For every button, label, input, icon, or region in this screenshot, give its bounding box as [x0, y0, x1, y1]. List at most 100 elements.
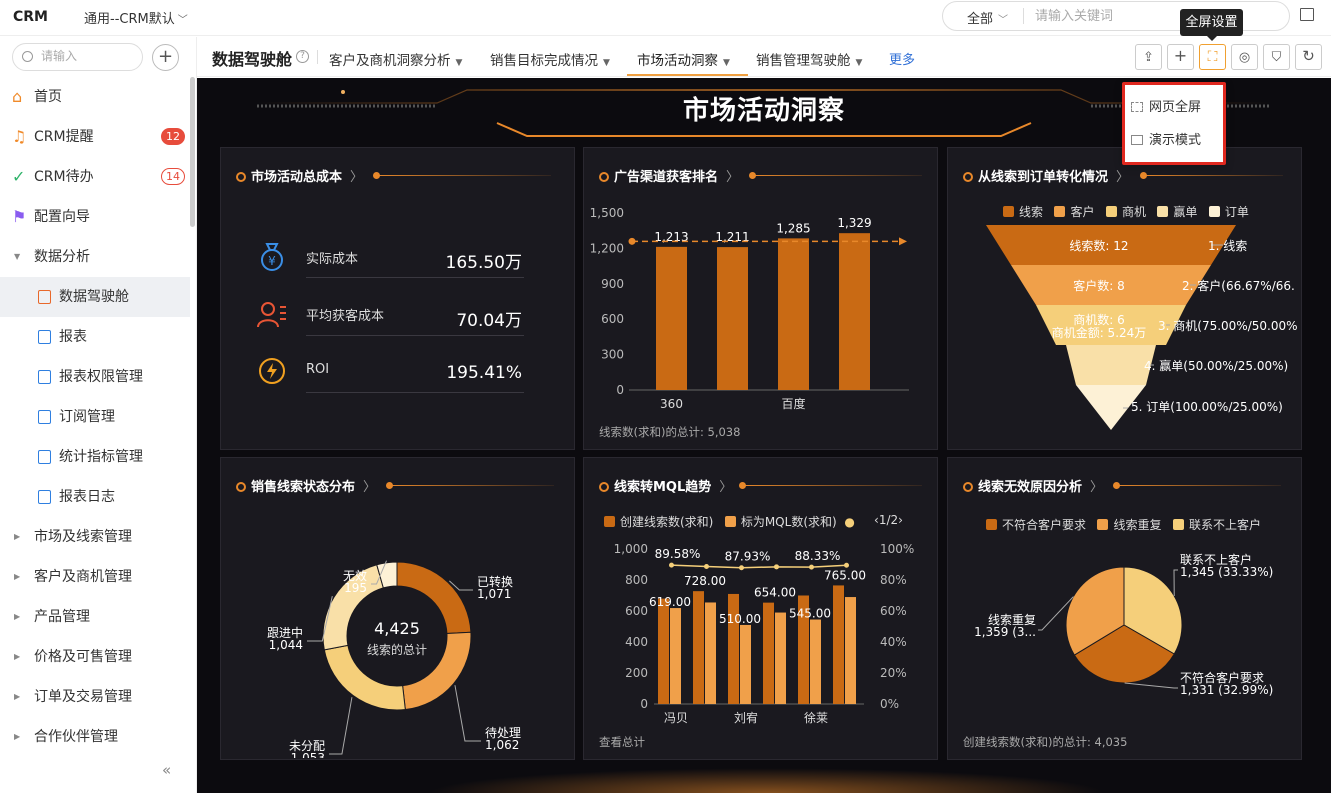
sidebar-item-report[interactable]: 报表: [0, 317, 190, 357]
sidebar-item-customer-opportunity[interactable]: ▶ 客户及商机管理: [0, 557, 190, 597]
add-button[interactable]: +: [152, 44, 179, 71]
legend-item[interactable]: 标为MQL数(求和): [724, 515, 837, 529]
sidebar-item-partner[interactable]: ▶ 合作伙伴管理: [0, 717, 190, 757]
target-icon: [599, 172, 609, 182]
legend-pager[interactable]: ‹1/2›: [874, 513, 903, 527]
ad-channel-bar-chart: 03006009001,2001,5001,2133601,2111,285百度…: [590, 206, 909, 411]
bar-data-label: 654.00: [754, 586, 796, 600]
shield-button[interactable]: ⛉: [1263, 44, 1290, 70]
legend-item[interactable]: 客户: [1054, 205, 1094, 219]
fullscreen-icon: [1131, 102, 1143, 112]
caret-right-icon: ▶: [14, 612, 21, 621]
tab-sales-cockpit[interactable]: 销售管理驾驶舱 ▼: [756, 49, 862, 69]
divider: [317, 50, 318, 64]
sidebar-item-subscription[interactable]: 订阅管理: [0, 397, 190, 437]
divider: [306, 277, 524, 278]
slice-leader-line: [1173, 569, 1178, 597]
bar-created-leads: [693, 591, 704, 704]
help-icon[interactable]: ?: [296, 50, 309, 63]
chevron-down-icon: ﹀: [177, 15, 188, 26]
y2-tick-label: 40%: [880, 635, 907, 649]
subscribe-icon: [38, 410, 51, 424]
sidebar-item-product[interactable]: ▶ 产品管理: [0, 597, 190, 637]
sidebar-item-price-sale[interactable]: ▶ 价格及可售管理: [0, 637, 190, 677]
caret-right-icon: ▶: [14, 692, 21, 701]
app-switcher[interactable]: 通用--CRM默认 ﹀: [84, 8, 188, 27]
show-total-link[interactable]: 查看总计: [599, 734, 645, 750]
y-tick-label: 1,500: [590, 206, 624, 220]
legend-item[interactable]: 商机: [1105, 205, 1146, 219]
presentation-mode-item[interactable]: 演示模式: [1131, 130, 1201, 152]
panel-title[interactable]: 销售线索状态分布〉: [236, 476, 376, 495]
view-button[interactable]: ◎: [1231, 44, 1258, 70]
sidebar-item-data-cockpit[interactable]: 数据驾驶舱: [0, 277, 190, 317]
invalid-reason-pie-chart: 联系不上客户1,345 (33.33%)不符合客户要求1,331 (32.99%…: [974, 552, 1273, 697]
legend-item[interactable]: 不符合客户要求: [986, 518, 1086, 532]
refresh-button[interactable]: ↻: [1295, 44, 1322, 70]
sidebar-item-crm-todo[interactable]: ✓ CRM待办 14: [0, 157, 190, 197]
funnel-right-label: 2. 客户(66.67%/66.: [1182, 278, 1295, 293]
bar: [717, 247, 748, 390]
refresh-icon: ↻: [1302, 47, 1315, 65]
panel-total-cost: 市场活动总成本〉 ¥ 实际成本 165.50万 平均获客成本 70.04万 RO…: [220, 147, 575, 450]
bell-icon: ♫: [12, 127, 27, 146]
sidebar-item-report-log[interactable]: 报表日志: [0, 477, 190, 517]
legend-swatch: [986, 519, 997, 530]
sidebar-item-market-lead[interactable]: ▶ 市场及线索管理: [0, 517, 190, 557]
window-icon[interactable]: [1300, 8, 1314, 21]
sidebar-search-input[interactable]: [41, 49, 131, 63]
sidebar-item-report-permission[interactable]: 报表权限管理: [0, 357, 190, 397]
legend-swatch: [724, 516, 736, 527]
more-tabs-link[interactable]: 更多: [889, 49, 915, 68]
panel-title-text: 市场活动总成本: [251, 170, 343, 185]
sidebar-item-home[interactable]: ⌂ 首页: [0, 77, 190, 117]
legend-label: 商机: [1121, 205, 1146, 219]
legend-item[interactable]: 联系不上客户: [1172, 518, 1261, 532]
panel-footer: 线索数(求和)的总计: 5,038: [599, 425, 741, 439]
panel-title[interactable]: 线索无效原因分析〉: [963, 476, 1103, 495]
legend-item[interactable]: 线索重复: [1097, 518, 1161, 532]
legend-swatch: [1003, 206, 1014, 217]
tab-market-insight[interactable]: 市场活动洞察 ▼: [637, 49, 730, 69]
mql-rate-point: [669, 562, 674, 568]
eye-icon: ◎: [1238, 50, 1251, 65]
funnel-right-label: 5. 订单(100.00%/25.00%): [1131, 400, 1283, 414]
funnel-inner-label: 商机金额: 5.24万: [1052, 325, 1147, 340]
sidebar-item-label: 数据驾驶舱: [59, 289, 129, 305]
bar-data-label: 619.00: [649, 595, 691, 609]
sidebar-item-order-trade[interactable]: ▶ 订单及交易管理: [0, 677, 190, 717]
tab-sales-target[interactable]: 销售目标完成情况 ▼: [490, 49, 610, 69]
funnel-inner-label: 客户数: 8: [1073, 278, 1125, 293]
sidebar-item-crm-reminder[interactable]: ♫ CRM提醒 12: [0, 117, 190, 157]
legend-item[interactable]: 创建线索数(求和): [604, 515, 713, 529]
title-line: [739, 482, 922, 489]
sidebar-search: [12, 43, 143, 71]
legend-item[interactable]: 线索: [1003, 205, 1043, 219]
sidebar-item-setup-guide[interactable]: ⚑ 配置向导: [0, 197, 190, 237]
pager-label: 1/2: [878, 513, 899, 527]
fullscreen-button[interactable]: ⛶: [1199, 44, 1226, 70]
legend-item[interactable]: 赢单: [1157, 205, 1197, 219]
chevron-right-icon[interactable]: ›: [898, 513, 903, 527]
caret-down-icon: ▼: [14, 252, 21, 261]
panel-title[interactable]: 广告渠道获客排名〉: [599, 166, 739, 185]
add-button[interactable]: +: [1167, 44, 1194, 70]
panel-title[interactable]: 市场活动总成本〉: [236, 166, 363, 185]
search-scope-select[interactable]: 全部 ﹀: [967, 8, 1008, 27]
slice-leader-line: [454, 685, 481, 742]
sidebar-item-metric-management[interactable]: 统计指标管理: [0, 437, 190, 477]
search-input[interactable]: [1035, 6, 1185, 26]
sidebar-scrollbar[interactable]: [190, 77, 195, 227]
sidebar-item-data-analysis[interactable]: ▼ 数据分析: [0, 237, 190, 277]
fullscreen-tooltip: 全屏设置: [1180, 9, 1243, 41]
share-button[interactable]: ⇪: [1135, 44, 1162, 70]
lightning-icon: [259, 358, 285, 384]
tab-customer-insight[interactable]: 客户及商机洞察分析 ▼: [329, 49, 462, 69]
panel-title[interactable]: 从线索到订单转化情况〉: [963, 166, 1129, 185]
collapse-sidebar-icon[interactable]: «: [162, 761, 171, 779]
title-line: [1140, 172, 1283, 179]
bar-data-label: 765.00: [824, 568, 866, 582]
web-fullscreen-item[interactable]: 网页全屏: [1131, 97, 1201, 119]
panel-title[interactable]: 线索转MQL趋势〉: [599, 476, 732, 495]
legend-item[interactable]: 订单: [1208, 205, 1249, 219]
